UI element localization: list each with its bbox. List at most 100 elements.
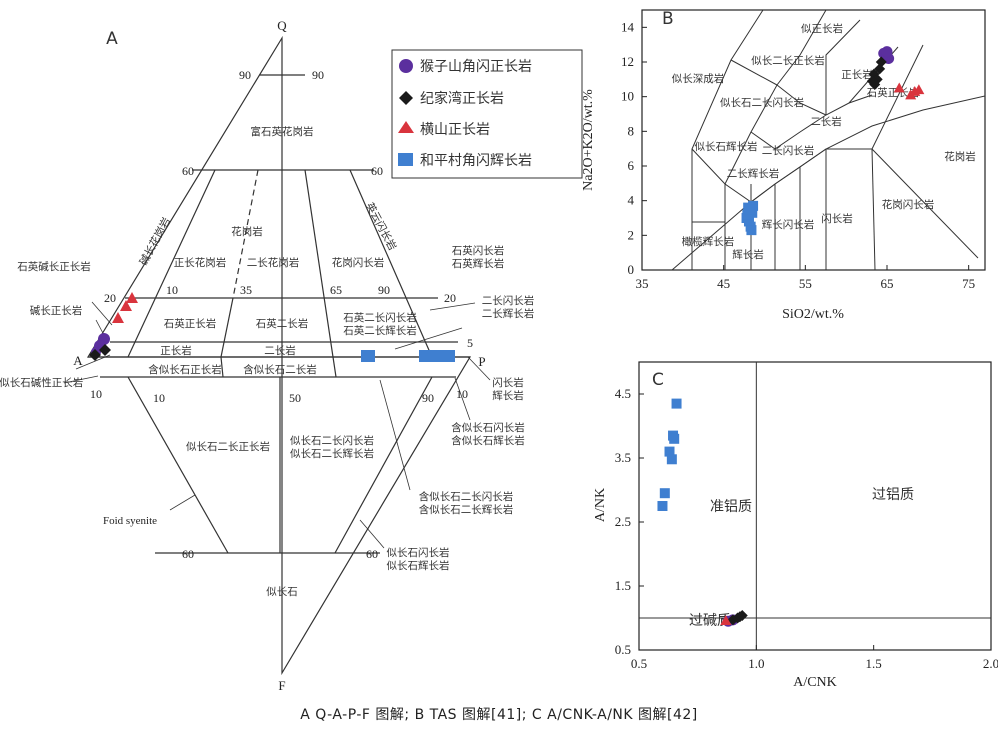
field-monzogabbro: 二长辉长岩 <box>482 307 535 320</box>
qapf-leader-foid-syenite <box>169 494 196 511</box>
legend-label-hepingcun: 和平村角闪辉长岩 <box>420 153 532 169</box>
qapf-leader-quartz-alk <box>91 301 113 326</box>
legend-marker-square <box>398 153 413 166</box>
tas-field-monzodiorite: 二长闪长岩 <box>762 144 815 157</box>
field-foid-bearing-alkali-syenite: 含似长石碱性正长岩 <box>0 376 83 389</box>
tick-q60-left: 60 <box>182 164 194 178</box>
acnk-y-label: A/NK <box>593 488 608 522</box>
field-foid-monzodiorite: 似长石二长闪长岩 <box>290 434 374 447</box>
qapf-div-lower-65 <box>332 356 337 378</box>
legend-label-hengshan: 横山正长岩 <box>420 122 490 138</box>
tas-square-point-7 <box>746 225 757 236</box>
qapf-leader-foid-diorite <box>359 519 385 549</box>
tas-xtick-label-2: 55 <box>799 276 812 291</box>
panel-c-acnk-ank-diagram: C 准铝质 过铝质 过碱质 A/CNK A/NK 0.5 1.0 1.5 2.0 0.… <box>593 361 998 690</box>
acnk-x-ticks: 0.5 1.0 1.5 2.0 <box>631 645 998 671</box>
tick-ap-65: 65 <box>330 283 342 297</box>
field-foid-gabbro: 似长石辉长岩 <box>387 559 450 572</box>
legend: 猴子山角闪正长岩 纪家湾正长岩 横山正长岩 和平村角闪辉长岩 <box>391 49 583 179</box>
tas-field-syenite: 正长岩 <box>841 68 873 81</box>
tas-ytick-label-2: 4 <box>628 193 635 208</box>
tick-q20-right: 20 <box>444 291 456 305</box>
tas-y-ticks: 0 2 4 6 8 10 12 14 <box>621 19 647 277</box>
tas-field-monzogabbro: 二长辉长岩 <box>727 167 780 180</box>
field-quartz-diorite: 石英闪长岩 <box>452 244 505 257</box>
field-foid-bearing-monzogabbro: 含似长石二长辉长岩 <box>419 503 514 516</box>
tick-q5: 5 <box>467 336 473 350</box>
figure-canvas: A Q A P F 90 90 60 60 20 20 10 35 65 90 … <box>0 9 998 693</box>
tas-field-gabbro: 辉长岩 <box>732 248 764 261</box>
tas-field-boundaries <box>671 10 985 270</box>
field-foid-bearing-monzonite: 含似长石二长岩 <box>243 363 317 376</box>
tas-field-diorite: 闪长岩 <box>821 212 853 225</box>
tas-frame <box>641 9 986 271</box>
acnk-xtick-label-2: 1.5 <box>866 656 882 671</box>
field-monzogranite: 二长花岗岩 <box>247 256 300 269</box>
tick-q90-right: 90 <box>312 68 324 82</box>
tick-fp-50: 50 <box>289 391 301 405</box>
qapf-leader-foid-monzodiorite <box>379 379 411 491</box>
tick-f10-right: 10 <box>456 387 468 401</box>
tas-xtick-label-1: 45 <box>717 276 730 291</box>
acnk-ytick-label-2: 2.5 <box>615 514 631 529</box>
tick-q20-left: 20 <box>104 291 116 305</box>
legend-marker-circle <box>399 59 413 73</box>
acnk-xtick-label-1: 1.0 <box>748 656 764 671</box>
tick-f60-right: 60 <box>366 547 378 561</box>
panel-b-tas-diagram: B 似正长岩 似长深成岩 似长二长正长岩 正长岩 石英正长岩 似长石二长闪长岩 … <box>581 9 986 322</box>
tick-ap-10: 10 <box>166 283 178 297</box>
field-granite: 花岗岩 <box>231 225 263 238</box>
tick-q90-left: 90 <box>239 68 251 82</box>
tas-ytick-label-3: 6 <box>628 158 635 173</box>
field-quartz-rich-granite: 富石英花岗岩 <box>251 125 314 138</box>
vertex-q: Q <box>277 18 287 33</box>
tas-y-label: Na2O+K2O/wt.% <box>581 89 596 191</box>
panel-a-letter: A <box>106 29 118 49</box>
tas-x-label: SiO2/wt.% <box>782 307 844 322</box>
acnk-square-point-5 <box>669 433 680 444</box>
acnk-square-point-3 <box>666 454 677 465</box>
acnk-y-ticks: 0.5 1.5 2.5 3.5 4.5 <box>615 386 644 657</box>
field-granodiorite: 花岗闪长岩 <box>332 256 385 269</box>
acnk-ytick-label-3: 3.5 <box>615 450 631 465</box>
qapf-point-hepingcun <box>361 350 375 362</box>
acnk-ytick-label-1: 1.5 <box>615 578 631 593</box>
figure-caption: A Q-A-P-F 图解; B TAS 图解[41]; C A/CNK-A/NK… <box>300 707 698 723</box>
qapf-div-65 <box>304 169 334 358</box>
legend-label-jijiawan: 纪家湾正长岩 <box>420 90 504 107</box>
field-quartz-monzogabbro: 石英二长辉长岩 <box>343 324 417 337</box>
vertex-a: A <box>73 353 83 368</box>
tas-boundary-11 <box>871 148 876 270</box>
field-tonalite: 英云闪长岩 <box>363 200 399 252</box>
tas-ytick-label-0: 0 <box>628 262 635 277</box>
field-alkali-granite: 碱长花岗岩 <box>137 215 173 267</box>
field-foidolite: 似长石 <box>266 586 298 598</box>
tas-square-point-8 <box>744 204 755 215</box>
tas-field-labels: B 似正长岩 似长深成岩 似长二长正长岩 正长岩 石英正长岩 似长石二长闪长岩 … <box>662 9 976 261</box>
tas-ytick-label-7: 14 <box>621 19 635 34</box>
field-foid-bearing-syenite: 含似长石正长岩 <box>148 363 222 376</box>
tas-field-monzonite: 二长岩 <box>810 115 842 128</box>
field-monzonite: 二长岩 <box>264 344 296 357</box>
field-foid-diorite: 似长石闪长岩 <box>387 546 450 559</box>
tick-fp-90: 90 <box>422 391 434 405</box>
tick-f10-left: 10 <box>90 387 102 401</box>
field-alkali-syenite: 碱长正长岩 <box>30 304 83 317</box>
field-quartz-monzonite: 石英二长岩 <box>256 317 309 330</box>
field-monzodiorite: 二长闪长岩 <box>482 294 535 307</box>
acnk-xtick-label-3: 2.0 <box>983 656 998 671</box>
tas-ytick-label-5: 10 <box>621 89 634 104</box>
field-syenogranite: 正长花岗岩 <box>174 256 227 269</box>
tas-field-granite: 花岗岩 <box>944 150 976 163</box>
tas-field-gabbro-diorite: 辉长闪长岩 <box>762 218 815 231</box>
acnk-frame <box>638 361 992 651</box>
acnk-ytick-label-0: 0.5 <box>615 642 631 657</box>
panel-b-letter: B <box>662 9 674 29</box>
region-metaluminous: 准铝质 <box>710 499 752 515</box>
acnk-boundary-lines <box>639 362 991 650</box>
tick-q60-right: 60 <box>371 164 383 178</box>
field-foid-bearing-diorite: 含似长石闪长岩 <box>451 421 525 434</box>
field-foid-syenite: Foid syenite <box>103 515 157 527</box>
legend-label-houzishan: 猴子山角闪正长岩 <box>420 59 532 75</box>
region-peraluminous: 过铝质 <box>872 487 914 503</box>
